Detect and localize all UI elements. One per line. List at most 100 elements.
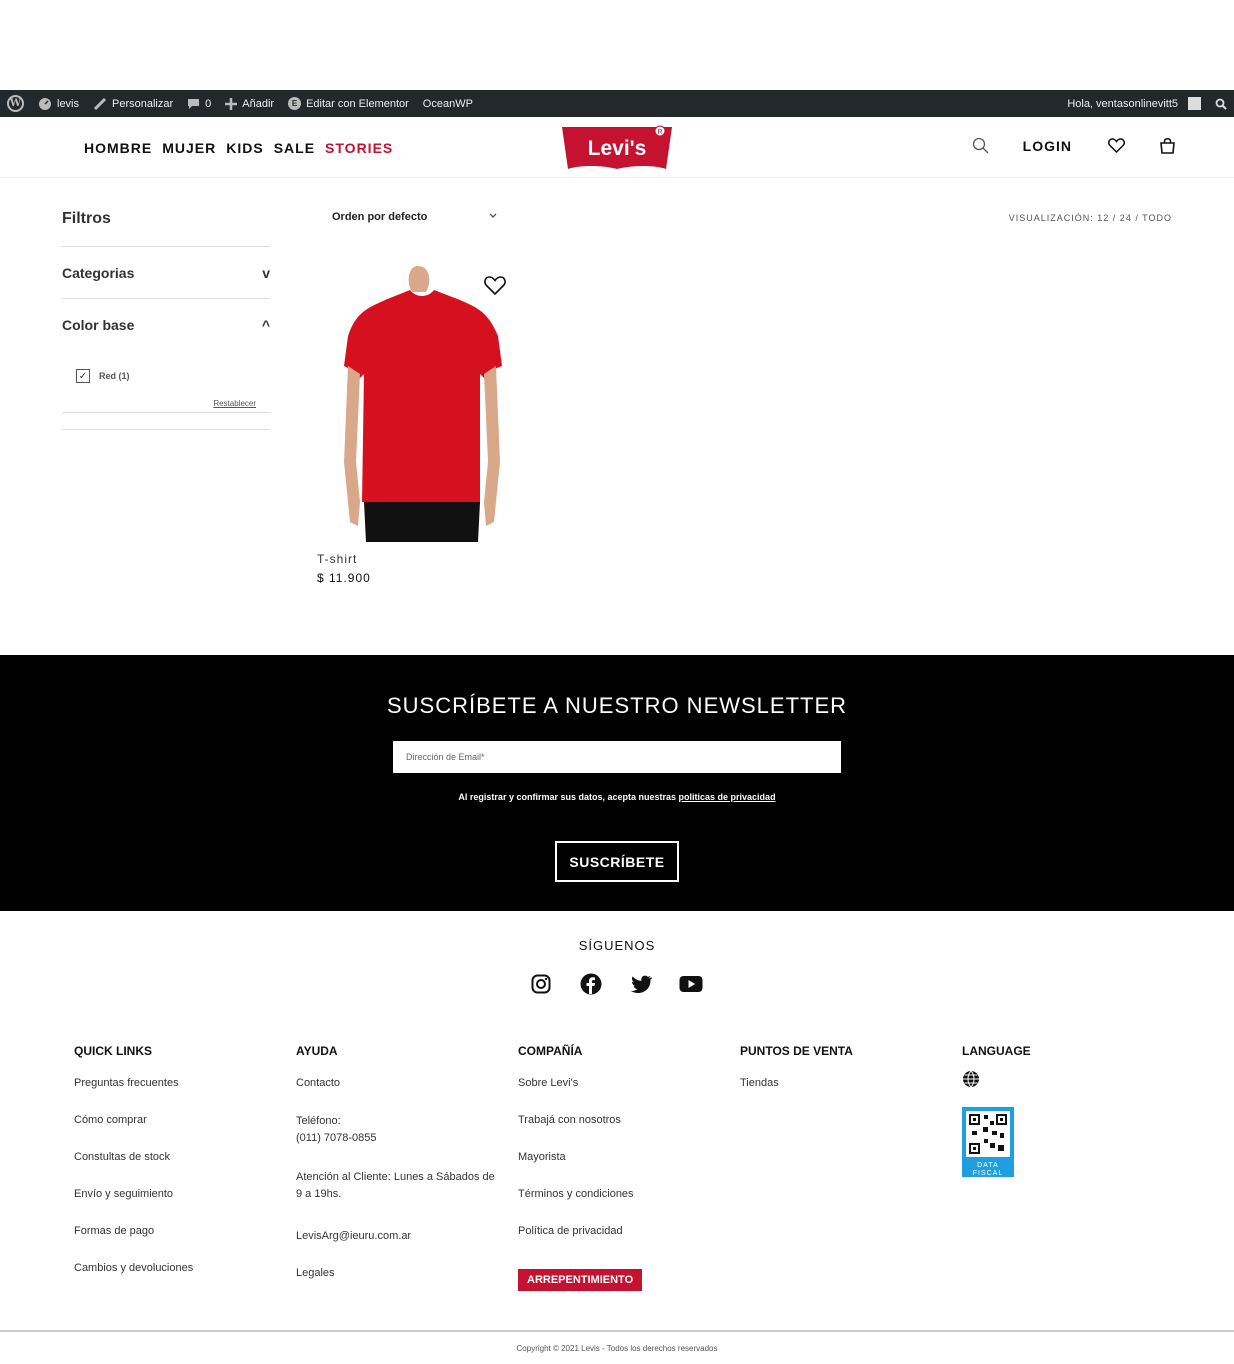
nav-item-stories[interactable]: STORIES xyxy=(325,140,393,156)
elementor-icon: E xyxy=(288,97,302,110)
ab-site-label: levis xyxy=(57,97,80,110)
per-page-selector: VISUALIZACIÓN: 12 / 24 / TODO xyxy=(1009,213,1172,223)
email-field[interactable] xyxy=(393,741,841,773)
nav-item-sale[interactable]: SALE xyxy=(274,140,315,156)
follow-title: SÍGUENOS xyxy=(578,938,656,953)
logo-text: Levi's xyxy=(588,137,647,160)
footer-link[interactable]: Formas de pago xyxy=(74,1224,193,1239)
phone-number: (011) 7078-0855 xyxy=(296,1132,377,1144)
comment-icon xyxy=(188,98,200,109)
search-icon[interactable] xyxy=(972,137,989,154)
checkbox[interactable]: ✓ xyxy=(76,369,90,383)
reset-link[interactable]: Restablecer xyxy=(62,383,270,413)
arrepentimiento-button[interactable]: ARREPENTIMIENTO xyxy=(518,1269,643,1291)
site-header: HOMBRE MUJER KIDS SALE STORIES Levi's R … xyxy=(0,117,1234,178)
newsletter-note: Al registrar y confirmar sus datos, acep… xyxy=(0,792,1234,802)
wordpress-icon: W xyxy=(7,95,24,112)
footer-link[interactable]: Política de privacidad xyxy=(518,1224,642,1239)
footer-ayuda: AYUDA Contacto Teléfono: (011) 7078-0855… xyxy=(296,1044,496,1303)
ab-theme[interactable]: OceanWP xyxy=(416,90,480,117)
ab-theme-label: OceanWP xyxy=(422,97,473,110)
dashboard-icon xyxy=(39,97,51,110)
header-actions: LOGIN xyxy=(972,137,1176,154)
chevron-down-icon: v xyxy=(262,265,270,281)
footer-language: LANGUAGE DATA FISCAL xyxy=(962,1044,1031,1177)
footer-link[interactable]: Mayorista xyxy=(518,1150,642,1165)
chevron-down-icon xyxy=(489,213,497,218)
legal-link[interactable]: Legales xyxy=(296,1266,496,1281)
ab-elementor-label: Editar con Elementor xyxy=(306,97,409,110)
brush-icon xyxy=(93,97,107,110)
per-page-label: VISUALIZACIÓN: xyxy=(1008,213,1094,223)
ab-account[interactable]: Hola, ventasonlinevitt5 xyxy=(1060,90,1208,117)
avatar xyxy=(1188,97,1201,110)
filter-categories[interactable]: Categorias v xyxy=(62,247,270,299)
product-image[interactable] xyxy=(330,262,514,542)
nav-item-mujer[interactable]: MUJER xyxy=(162,140,216,156)
svg-text:R: R xyxy=(657,129,662,136)
heart-icon xyxy=(484,275,506,295)
footer-link[interactable]: Cómo comprar xyxy=(74,1113,193,1128)
footer-quick-links: QUICK LINKS Preguntas frecuentes Cómo co… xyxy=(74,1044,193,1298)
footer-link[interactable]: Sobre Levi's xyxy=(518,1076,642,1091)
contact-link[interactable]: Contacto xyxy=(296,1076,496,1091)
login-link[interactable]: LOGIN xyxy=(1023,138,1072,154)
heart-icon[interactable] xyxy=(1108,138,1125,153)
qr-label: DATA FISCAL xyxy=(972,1162,1004,1177)
product-price: $ 11.900 xyxy=(317,571,371,585)
youtube-icon[interactable] xyxy=(679,972,703,996)
per-page-options[interactable]: 12 / 24 / TODO xyxy=(1097,213,1172,223)
phone-label: Teléfono: xyxy=(296,1115,341,1127)
ab-add-label: Añadir xyxy=(242,97,275,110)
facebook-icon[interactable] xyxy=(579,972,603,996)
admin-bar: W levis Personalizar 0 Añadir E Editar c… xyxy=(0,90,1234,117)
globe-icon[interactable] xyxy=(962,1070,980,1088)
ab-add[interactable]: Añadir xyxy=(218,90,281,117)
sort-select[interactable]: Orden por defecto xyxy=(332,211,498,223)
wishlist-button[interactable] xyxy=(478,268,512,302)
twitter-icon[interactable] xyxy=(629,972,653,996)
ab-comments[interactable]: 0 xyxy=(180,90,218,117)
levis-logo[interactable]: Levi's R xyxy=(560,125,674,173)
instagram-icon[interactable] xyxy=(529,972,553,996)
ab-site[interactable]: levis xyxy=(31,90,86,117)
footer-link[interactable]: Envío y seguimiento xyxy=(74,1187,193,1202)
stores-link[interactable]: Tiendas xyxy=(740,1076,853,1091)
ab-customize[interactable]: Personalizar xyxy=(86,90,180,117)
qr-code-icon xyxy=(966,1111,1010,1157)
search-icon xyxy=(1215,98,1227,110)
chevron-up-icon: ^ xyxy=(261,317,270,333)
data-fiscal-qr[interactable]: DATA FISCAL xyxy=(962,1107,1014,1177)
filter-categories-label: Categorias xyxy=(62,265,135,281)
phone-info: Teléfono: (011) 7078-0855 xyxy=(296,1113,496,1147)
wp-menu[interactable]: W xyxy=(0,90,31,117)
subscribe-button[interactable]: SUSCRÍBETE xyxy=(555,841,679,882)
quick-links-title: QUICK LINKS xyxy=(74,1044,152,1058)
footer-link[interactable]: Cambios y devoluciones xyxy=(74,1261,193,1276)
nav-item-hombre[interactable]: HOMBRE xyxy=(84,140,152,156)
product-name[interactable]: T-shirt xyxy=(317,552,357,566)
email-link[interactable]: LevisArg@ieuru.com.ar xyxy=(296,1229,496,1244)
nav-item-kids[interactable]: KIDS xyxy=(226,140,263,156)
plus-icon xyxy=(225,97,238,110)
main-nav: HOMBRE MUJER KIDS SALE STORIES xyxy=(84,140,393,156)
privacy-link[interactable]: politicas de privacidad xyxy=(679,792,776,802)
ab-comments-count: 0 xyxy=(205,97,212,110)
ab-greeting: Hola, ventasonlinevitt5 xyxy=(1067,97,1178,110)
language-title: LANGUAGE xyxy=(962,1044,1031,1058)
newsletter-section: SUSCRÍBETE A NUESTRO NEWSLETTER Al regis… xyxy=(0,655,1234,911)
compania-title: COMPAÑÍA xyxy=(518,1044,583,1058)
ab-search[interactable] xyxy=(1208,90,1234,117)
shopping-bag-icon[interactable] xyxy=(1159,137,1176,154)
filter-color[interactable]: Color base ^ xyxy=(62,299,270,350)
reset-label: Restablecer xyxy=(213,399,256,408)
footer-link[interactable]: Trabajá con nosotros xyxy=(518,1113,642,1128)
footer-link[interactable]: Constultas de stock xyxy=(74,1150,193,1165)
filter-option-red[interactable]: ✓ Red (1) xyxy=(76,369,270,383)
filter-option-label: Red (1) xyxy=(99,371,130,381)
footer-link[interactable]: Términos y condiciones xyxy=(518,1187,642,1202)
filters-sidebar: Filtros Categorias v Color base ^ ✓ Red … xyxy=(62,210,270,430)
footer-link[interactable]: Preguntas frecuentes xyxy=(74,1076,193,1091)
ab-elementor[interactable]: E Editar con Elementor xyxy=(281,90,416,117)
filters-title: Filtros xyxy=(62,210,270,247)
